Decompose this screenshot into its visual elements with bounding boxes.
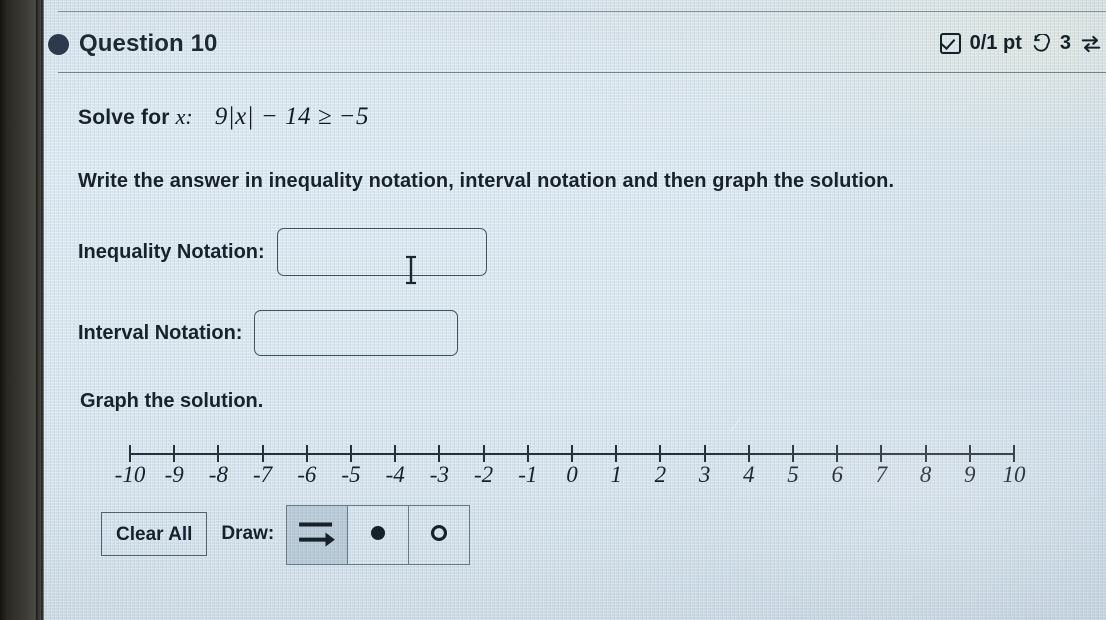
screenshot-root: Question 10 0/1 pt 3 Solve for x: 9|x| −… [0,0,1106,620]
segment-with-arrow-icon [296,517,338,554]
interval-notation-row: Interval Notation: [78,310,459,356]
number-line-tick [438,445,441,462]
inequality-expression: 9|x| − 14 ≥ −5 [214,103,370,130]
number-line-tick [703,445,706,462]
number-line-tick [880,445,883,462]
points-badge: 0/1 pt [969,32,1022,54]
number-line-tick-label: -6 [297,462,317,487]
number-line-tick-label: 4 [743,462,755,487]
number-line-tick-label: 8 [919,462,932,487]
number-line-tick-label: -8 [208,462,228,487]
number-line-tick-label: -4 [385,462,405,487]
clear-all-button[interactable]: Clear All [101,512,208,556]
number-line-tick-label: 1 [610,462,622,487]
number-line-tick [836,445,839,462]
undo-circular-arrow-icon[interactable] [1031,32,1051,54]
inequality-notation-label: Inequality Notation: [78,240,265,263]
number-line-tick [173,445,176,462]
text-cursor-ibeam [404,255,418,290]
number-line-tick [129,445,131,462]
number-line-tick [659,445,662,462]
number-line-tick [217,445,220,462]
closed-point-tool-button[interactable] [348,506,410,564]
checkbox-checked-icon[interactable] [939,33,961,54]
ray-tool-button[interactable] [287,506,349,564]
number-line-tick [526,445,529,462]
number-line-tick [571,445,573,462]
inequality-notation-input[interactable] [276,228,487,276]
page-title: Question 10 [79,30,218,57]
number-line-tick-label: 5 [787,462,799,487]
filled-dot-icon [366,521,390,550]
number-line-tick [615,445,618,462]
open-dot-icon [427,521,451,550]
graph-instruction-label: Graph the solution. [80,390,264,412]
number-line-tick-label: 2 [654,462,667,487]
number-line-tick-label: -3 [429,462,449,487]
draw-label: Draw: [221,523,275,544]
graph-toolbar: Clear All Draw: [101,505,471,565]
prompt-variable: x: [175,104,193,129]
number-line-tick-label: 3 [698,462,711,487]
header-bottom-divider [58,72,1106,73]
number-line-tick [350,445,352,462]
number-line-tick-label: -9 [164,462,184,487]
number-line-tick-label: 6 [831,462,843,487]
number-line-tick-label: 7 [875,462,888,487]
number-line-tick [482,445,485,462]
score-group: 0/1 pt 3 [939,32,1102,55]
draw-tool-group [286,505,471,565]
open-point-tool-button[interactable] [409,506,469,564]
inequality-notation-row: Inequality Notation: [78,228,487,276]
number-line-tick [394,445,397,462]
number-line-tick [968,445,971,462]
number-line-graph[interactable]: -10 -9 -8 -7 -6 -5 -4 -3 -2 -1 0 1 2 3 4 5 6 7 8 9 10 [78,438,1026,498]
number-line-tick [792,445,794,462]
number-line-tick-label: -1 [518,462,538,487]
number-line-tick-label: 9 [964,462,976,487]
device-bezel-highlight [36,0,41,620]
instruction-text: Write the answer in inequality notation,… [78,170,895,192]
question-prompt: Solve for x: 9|x| − 14 ≥ −5 [78,103,369,131]
number-line-tick-label: -5 [341,462,361,487]
header-top-divider [58,11,1106,12]
page-content: Question 10 0/1 pt 3 Solve for x: 9|x| −… [38,0,1106,620]
number-line-tick [305,445,308,462]
prompt-label: Solve for [78,106,170,129]
number-line-tick-label: -10 [114,462,146,487]
interval-notation-label: Interval Notation: [78,321,243,344]
number-line-tick [747,445,750,462]
number-line-tick [924,445,927,462]
number-line-tick-label: 0 [566,462,578,487]
number-line-tick-label: 10 [1002,462,1026,487]
device-screen-surface: Question 10 0/1 pt 3 Solve for x: 9|x| −… [38,0,1106,620]
number-line-tick [1013,445,1015,462]
number-line-tick-label: -2 [474,462,494,487]
attempts-remaining: 3 [1059,32,1071,54]
number-line-tick [261,445,264,462]
number-line-tick-label: -7 [253,462,273,487]
interval-notation-input[interactable] [254,310,459,356]
swap-arrows-icon[interactable] [1080,34,1102,54]
question-status-circle-icon [48,34,69,55]
